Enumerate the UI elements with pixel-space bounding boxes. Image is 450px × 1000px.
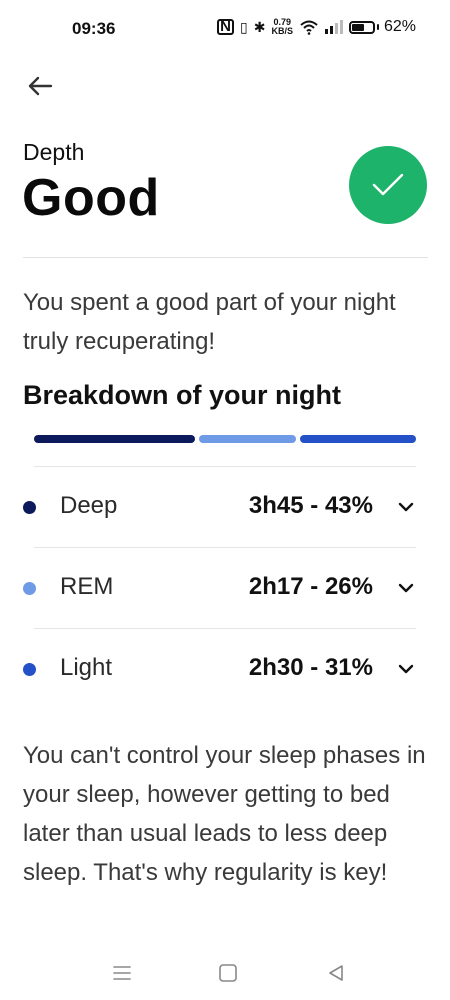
triangle-back-icon — [329, 965, 343, 981]
arrow-left-icon — [28, 76, 53, 96]
quality-title: Good — [22, 169, 160, 227]
advice-text: You can't control your sleep phases in y… — [23, 742, 426, 886]
battery-icon: 62% — [348, 18, 416, 36]
status-icons: N ▯ ✱ 0.79 KB/S 62% — [217, 18, 416, 36]
light-segment — [300, 435, 416, 443]
vibrate-icon: ▯ — [240, 18, 248, 35]
menu-button[interactable] — [107, 960, 137, 986]
phase-row-deep[interactable]: Deep 3h45 - 43% — [23, 477, 428, 537]
network-speed: 0.79 KB/S — [271, 17, 293, 36]
row-divider — [34, 628, 416, 629]
nav-back-button[interactable] — [321, 960, 351, 986]
battery-percent: 62% — [383, 18, 416, 35]
deep-dot — [23, 501, 36, 514]
nfc-icon: N — [217, 19, 234, 35]
back-button[interactable] — [22, 70, 58, 102]
deep-segment — [34, 435, 195, 443]
status-bar: 09:36 N ▯ ✱ 0.79 KB/S 62% — [0, 0, 450, 60]
phase-value: 3h45 - 43% — [248, 492, 373, 519]
bluetooth-icon: ✱ — [253, 18, 266, 35]
phase-value: 2h30 - 31% — [248, 654, 373, 681]
signal-icon — [324, 20, 343, 34]
system-nav-bar — [0, 950, 450, 1000]
row-divider — [34, 547, 416, 548]
rem-dot — [23, 582, 36, 595]
check-icon — [372, 173, 404, 196]
phase-name: REM — [60, 573, 114, 600]
status-time: 09:36 — [72, 19, 116, 38]
success-badge — [349, 146, 427, 224]
row-divider — [34, 466, 416, 467]
phase-row-light[interactable]: Light 2h30 - 31% — [23, 639, 428, 699]
section-divider — [23, 257, 428, 258]
wifi-icon — [300, 20, 318, 35]
metric-label: Depth — [23, 139, 85, 165]
rem-segment — [198, 435, 297, 443]
phase-row-rem[interactable]: REM 2h17 - 26% — [23, 558, 428, 618]
phase-name: Deep — [60, 492, 118, 519]
square-home-icon — [219, 964, 237, 982]
phase-value: 2h17 - 26% — [248, 573, 373, 600]
light-dot — [23, 663, 36, 676]
home-button[interactable] — [213, 960, 243, 986]
chevron-down-icon — [398, 502, 414, 512]
breakdown-title: Breakdown of your night — [23, 380, 342, 410]
chevron-down-icon — [398, 583, 414, 593]
phase-name: Light — [60, 654, 113, 681]
menu-icon — [113, 966, 131, 980]
phase-proportion-bar — [34, 435, 416, 443]
intro-text: You spent a good part of your night trul… — [23, 289, 396, 355]
chevron-down-icon — [398, 664, 414, 674]
